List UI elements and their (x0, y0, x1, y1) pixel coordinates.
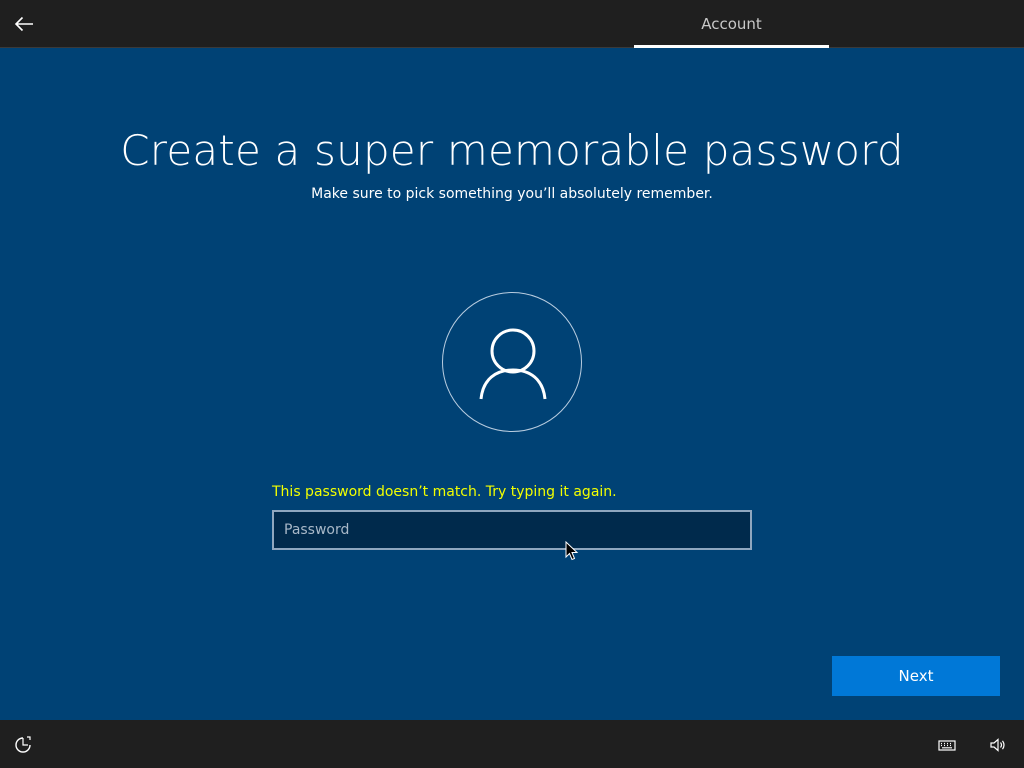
user-icon (479, 328, 547, 400)
main-content: Create a super memorable password Make s… (0, 48, 1024, 720)
password-field[interactable] (272, 510, 752, 550)
volume-icon (990, 738, 1005, 752)
back-button[interactable] (8, 8, 40, 40)
error-message: This password doesn’t match. Try typing … (272, 484, 617, 500)
tab-account: Account (701, 15, 762, 33)
volume-button[interactable] (986, 734, 1010, 756)
avatar (442, 292, 582, 432)
arrow-left-icon (14, 16, 33, 32)
next-button[interactable]: Next (832, 656, 1000, 696)
ease-of-access-button[interactable] (12, 734, 34, 756)
mouse-cursor-icon (565, 541, 579, 561)
page-title: Create a super memorable password (120, 126, 904, 175)
keyboard-button[interactable] (936, 734, 960, 756)
keyboard-icon (938, 740, 956, 751)
ease-of-access-icon (15, 736, 31, 753)
top-bar: Account (0, 0, 1024, 48)
bottom-bar (0, 720, 1024, 768)
page-subtitle: Make sure to pick something you’ll absol… (311, 186, 713, 202)
